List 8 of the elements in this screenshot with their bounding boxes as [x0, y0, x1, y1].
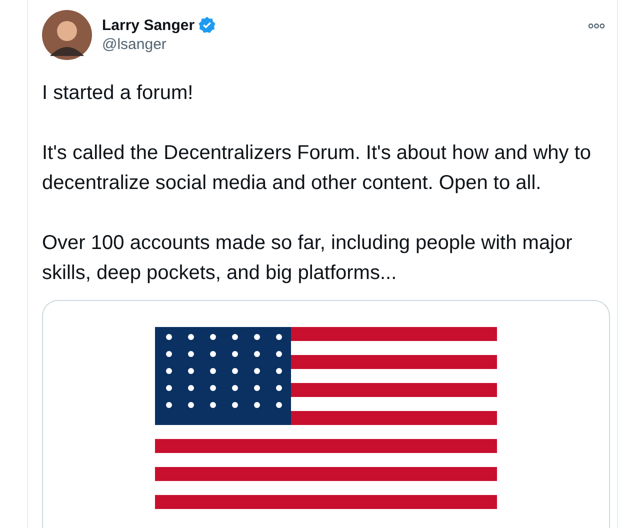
- tweet-text: I started a forum!: [42, 81, 194, 106]
- link-card[interactable]: [42, 300, 610, 528]
- tweet-text: Over 100 accounts made so far, including people with major skills, deep pockets, and big platforms...: [42, 231, 574, 286]
- avatar-icon[interactable]: [42, 10, 92, 60]
- tweet-text: It's called the Decentralizers Forum. It's about how and why to decentralize social media and other content. Open to all.: [42, 141, 592, 196]
- more-icon[interactable]: [588, 23, 605, 29]
- author-handle[interactable]: @lsanger: [102, 36, 216, 53]
- author-name[interactable]: Larry Sanger: [102, 16, 195, 34]
